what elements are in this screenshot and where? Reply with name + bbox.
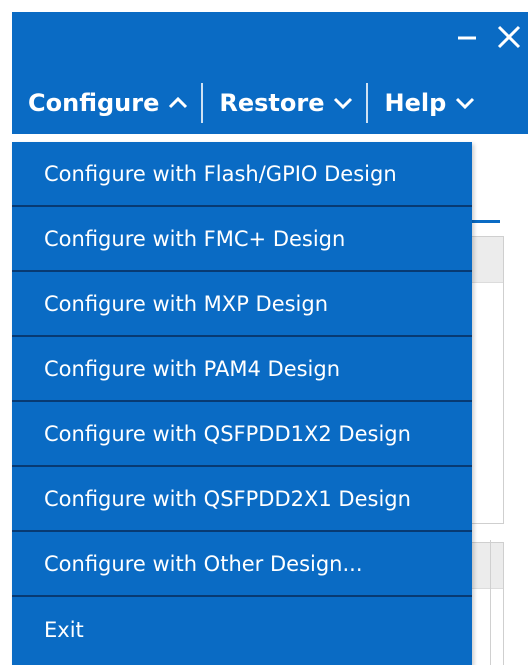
menu-help[interactable]: Help: [368, 75, 488, 131]
close-icon: [497, 25, 521, 49]
chevron-down-icon: [334, 97, 353, 110]
menu-item-label: Configure with FMC+ Design: [44, 226, 346, 251]
menu-configure[interactable]: Configure: [12, 75, 201, 131]
menu-bar: Configure Restore Help: [12, 75, 488, 131]
title-bar: Configure Restore Help: [12, 12, 528, 134]
menu-item-configure-mxp[interactable]: Configure with MXP Design: [12, 272, 472, 337]
menu-help-label: Help: [384, 89, 447, 117]
active-tab-indicator: [470, 220, 500, 223]
minimize-icon: [458, 36, 476, 40]
menu-item-label: Configure with MXP Design: [44, 291, 329, 316]
panel-header: [471, 543, 503, 589]
menu-item-configure-flash-gpio[interactable]: Configure with Flash/GPIO Design: [12, 142, 472, 207]
menu-restore-label: Restore: [219, 89, 325, 117]
close-button[interactable]: [493, 17, 525, 57]
menu-item-configure-qsfpdd1x2[interactable]: Configure with QSFPDD1X2 Design: [12, 402, 472, 467]
menu-item-configure-qsfpdd2x1[interactable]: Configure with QSFPDD2X1 Design: [12, 467, 472, 532]
panel-divider: [490, 540, 491, 665]
minimize-button[interactable]: [451, 17, 483, 57]
content-panel: [470, 542, 504, 665]
chevron-down-icon: [456, 97, 475, 110]
menu-item-label: Configure with PAM4 Design: [44, 356, 341, 381]
configure-dropdown-menu: Configure with Flash/GPIO Design Configu…: [12, 142, 472, 665]
menu-item-exit[interactable]: Exit: [12, 597, 472, 662]
menu-restore[interactable]: Restore: [203, 75, 366, 131]
window-controls: [451, 12, 528, 62]
menu-item-label: Configure with QSFPDD2X1 Design: [44, 486, 411, 511]
app-window: Configure Restore Help Configure with Fl…: [0, 0, 528, 665]
chevron-up-icon: [169, 96, 188, 109]
content-panel: [470, 236, 504, 524]
menu-item-label: Configure with Other Design...: [44, 551, 363, 576]
menu-configure-label: Configure: [28, 89, 160, 117]
menu-item-label: Configure with Flash/GPIO Design: [44, 161, 397, 186]
menu-item-configure-other[interactable]: Configure with Other Design...: [12, 532, 472, 597]
menu-item-configure-pam4[interactable]: Configure with PAM4 Design: [12, 337, 472, 402]
panel-header: [471, 237, 503, 283]
menu-item-label: Exit: [44, 617, 84, 642]
menu-item-label: Configure with QSFPDD1X2 Design: [44, 421, 411, 446]
menu-item-configure-fmc-plus[interactable]: Configure with FMC+ Design: [12, 207, 472, 272]
